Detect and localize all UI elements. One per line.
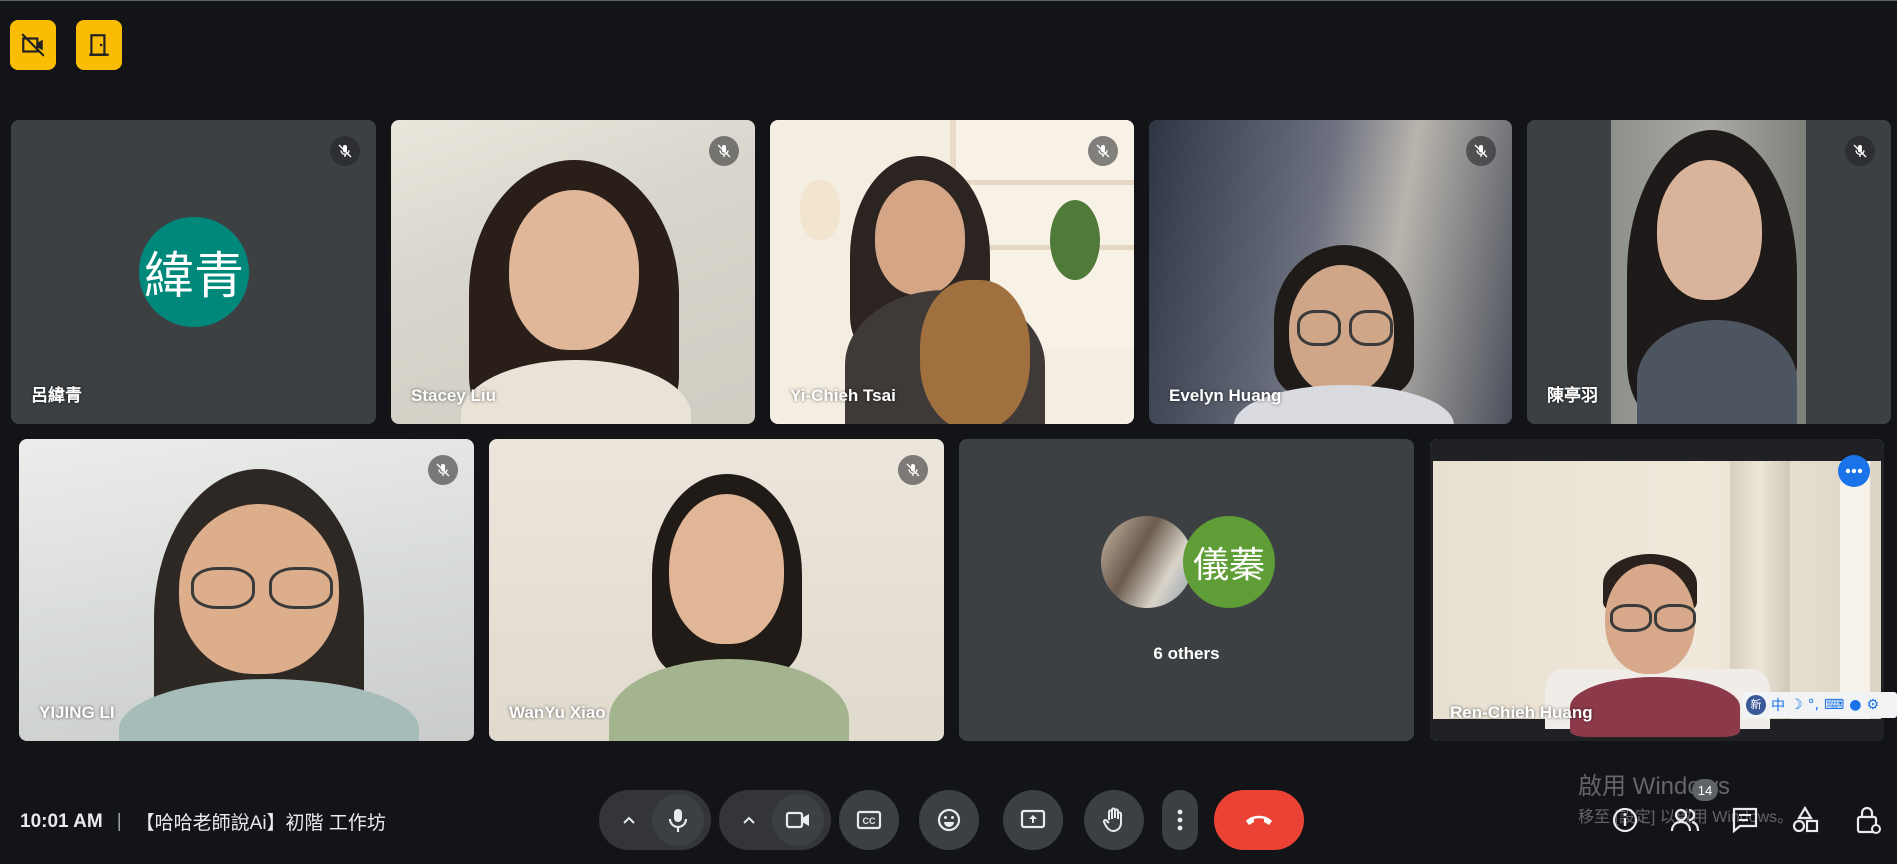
ime-toolbar[interactable]: 新 中 ☽ °, ⌨ ● ⚙ bbox=[1742, 692, 1897, 718]
mic-icon[interactable]: ● bbox=[1849, 697, 1861, 713]
captions-icon: CC bbox=[856, 810, 882, 830]
ime-logo-icon: 新 bbox=[1746, 695, 1766, 715]
captions-button[interactable]: CC bbox=[839, 790, 899, 850]
people-icon bbox=[1670, 808, 1700, 832]
participant-name: Ren-Chieh Huang bbox=[1450, 703, 1593, 722]
meeting-time: 10:01 AM bbox=[20, 810, 103, 832]
camera-control-group bbox=[719, 790, 831, 850]
keyboard-icon[interactable]: ⌨ bbox=[1824, 697, 1844, 713]
emoji-icon bbox=[937, 808, 961, 832]
people-count-badge: 14 bbox=[1692, 779, 1718, 801]
participant-name: Yi-Chieh Tsai bbox=[790, 386, 896, 405]
no-video-icon[interactable] bbox=[10, 20, 56, 70]
mic-muted-icon bbox=[1088, 136, 1118, 166]
participant-avatar: 緯青 bbox=[139, 217, 249, 327]
end-call-icon bbox=[1246, 815, 1272, 825]
svg-text:CC: CC bbox=[863, 816, 876, 826]
mic-muted-icon bbox=[1845, 136, 1875, 166]
more-options-icon[interactable] bbox=[1838, 455, 1870, 487]
activities-button[interactable] bbox=[1785, 800, 1825, 840]
comma-icon[interactable]: °, bbox=[1808, 697, 1819, 713]
more-options-icon bbox=[1177, 809, 1183, 831]
raise-hand-button[interactable] bbox=[1084, 790, 1144, 850]
separator: | bbox=[116, 810, 122, 832]
info-button[interactable] bbox=[1605, 800, 1645, 840]
chevron-up-icon[interactable] bbox=[606, 792, 652, 848]
mic-muted-icon bbox=[1466, 136, 1496, 166]
mic-muted-icon bbox=[709, 136, 739, 166]
chat-button[interactable] bbox=[1725, 800, 1765, 840]
host-controls-button[interactable] bbox=[1848, 800, 1888, 840]
participant-tile[interactable]: 陳亭羽 bbox=[1527, 120, 1891, 424]
participant-name: 陳亭羽 bbox=[1547, 386, 1598, 405]
ime-mode[interactable]: 中 bbox=[1771, 695, 1785, 715]
moon-icon[interactable]: ☽ bbox=[1790, 697, 1803, 713]
host-controls-icon bbox=[1856, 806, 1881, 834]
camera-button[interactable] bbox=[772, 794, 824, 846]
camera-icon bbox=[785, 811, 809, 829]
participant-tile[interactable]: WanYu Xiao bbox=[489, 439, 944, 741]
chat-icon bbox=[1732, 807, 1758, 834]
others-count-label: 6 others bbox=[1153, 644, 1220, 663]
participant-avatar: 儀蓁 bbox=[1183, 516, 1275, 608]
gear-icon[interactable]: ⚙ bbox=[1866, 697, 1879, 713]
end-call-button[interactable] bbox=[1214, 790, 1304, 850]
participant-tile[interactable]: 緯青 呂緯青 bbox=[11, 120, 376, 424]
mic-muted-icon bbox=[898, 455, 928, 485]
participant-name: 呂緯青 bbox=[31, 386, 82, 405]
info-icon bbox=[1612, 807, 1638, 833]
meeting-title: 【哈哈老師說Ai】初階 工作坊 bbox=[135, 813, 386, 834]
participant-tile[interactable]: Stacey Liu bbox=[391, 120, 755, 424]
participant-name: Evelyn Huang bbox=[1169, 386, 1282, 405]
others-tile[interactable]: 儀蓁 6 others bbox=[959, 439, 1414, 741]
participant-tile[interactable]: YIJING LI bbox=[19, 439, 474, 741]
people-button[interactable] bbox=[1665, 800, 1705, 840]
participant-tile[interactable]: Yi-Chieh Tsai bbox=[770, 120, 1134, 424]
chevron-up-icon[interactable] bbox=[726, 792, 772, 848]
present-screen-button[interactable] bbox=[1003, 790, 1063, 850]
microphone-control-group bbox=[599, 790, 711, 850]
present-screen-icon bbox=[1020, 809, 1046, 829]
more-options-button[interactable] bbox=[1162, 790, 1198, 850]
microphone-button[interactable] bbox=[652, 794, 704, 846]
participant-photo-avatar bbox=[1101, 516, 1193, 608]
top-border bbox=[0, 0, 1897, 1]
mic-muted-icon bbox=[330, 136, 360, 166]
meeting-info: 10:01 AM | 【哈哈老師說Ai】初階 工作坊 bbox=[20, 808, 386, 835]
mic-muted-icon bbox=[428, 455, 458, 485]
door-exit-icon[interactable] bbox=[76, 20, 122, 70]
participant-name: YIJING LI bbox=[39, 703, 115, 722]
participant-name: WanYu Xiao bbox=[509, 703, 606, 722]
watermark-line1: 啟用 Windows bbox=[1578, 773, 1731, 800]
participant-tile[interactable]: Evelyn Huang bbox=[1149, 120, 1512, 424]
participant-name: Stacey Liu bbox=[411, 386, 497, 405]
emoji-button[interactable] bbox=[919, 790, 979, 850]
raise-hand-icon bbox=[1102, 807, 1122, 833]
activities-icon bbox=[1792, 806, 1819, 833]
microphone-icon bbox=[668, 809, 688, 832]
